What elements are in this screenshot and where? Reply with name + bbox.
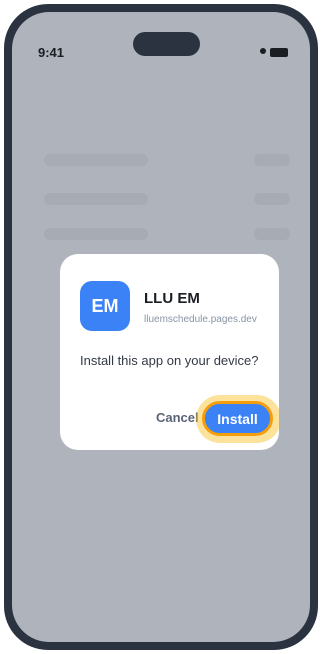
- cancel-button[interactable]: Cancel: [156, 410, 199, 425]
- background-placeholder-row: [44, 228, 290, 240]
- phone-screen: 9:41 EM LLU EM lluemschedule.pages.dev I…: [12, 12, 310, 642]
- placeholder-bar: [254, 228, 290, 240]
- dynamic-island: [133, 32, 200, 56]
- battery-icon: [270, 48, 288, 57]
- app-domain: lluemschedule.pages.dev: [144, 314, 257, 325]
- install-button[interactable]: Install: [202, 401, 273, 436]
- status-time: 9:41: [38, 45, 65, 60]
- status-bar: 9:41: [12, 12, 310, 60]
- app-icon: EM: [80, 281, 130, 331]
- placeholder-bar: [44, 228, 148, 240]
- placeholder-bar: [44, 154, 148, 166]
- install-dialog: EM LLU EM lluemschedule.pages.dev Instal…: [60, 254, 279, 450]
- placeholder-bar: [44, 193, 148, 205]
- install-prompt-text: Install this app on your device?: [80, 353, 259, 368]
- app-name: LLU EM: [144, 290, 200, 307]
- placeholder-bar: [254, 193, 290, 205]
- signal-icon: [260, 48, 266, 54]
- placeholder-bar: [254, 154, 290, 166]
- background-placeholder-row: [44, 193, 290, 205]
- phone-frame: 9:41 EM LLU EM lluemschedule.pages.dev I…: [4, 4, 318, 650]
- background-placeholder-row: [44, 154, 290, 166]
